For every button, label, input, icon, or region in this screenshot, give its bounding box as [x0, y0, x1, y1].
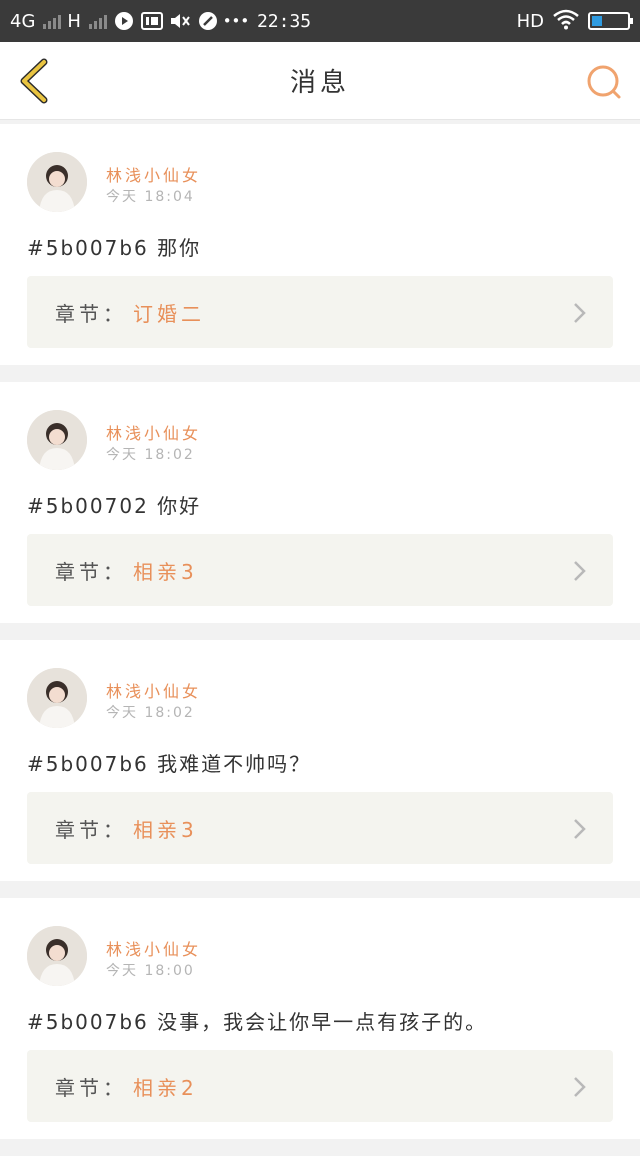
page-title: 消息 [289, 68, 350, 98]
chapter-name: 相亲3 [133, 559, 198, 584]
chapter-name: 订婚二 [133, 301, 205, 326]
message-card: 林浅小仙女 今天 18:02 #5b007b6 我难道不帅吗？ 章节： 相亲3 [0, 640, 640, 881]
message-text: #5b007b6 没事，我会让你早一点有孩子的。 [27, 1010, 488, 1034]
back-button[interactable] [16, 58, 52, 104]
chapter-label: 章节： [55, 817, 127, 842]
timestamp: 今天 18:02 [106, 447, 195, 463]
avatar[interactable] [27, 668, 87, 728]
mute-icon [169, 11, 191, 31]
chapter-name: 相亲2 [133, 1075, 198, 1100]
chevron-left-icon [20, 58, 48, 104]
status-bar: 4G H ••• 22:35 HD [0, 0, 640, 42]
chapter-label: 章节： [55, 559, 127, 584]
chapter-link[interactable]: 章节： 订婚二 [27, 276, 613, 348]
search-button[interactable] [584, 62, 624, 102]
play-icon [113, 11, 135, 31]
wifi-icon [552, 8, 580, 35]
clock: 22:35 [256, 10, 312, 32]
signal-icon [43, 13, 62, 29]
timestamp: 今天 18:04 [106, 189, 195, 205]
avatar[interactable] [27, 926, 87, 986]
username[interactable]: 林浅小仙女 [106, 162, 201, 186]
chevron-right-icon [574, 561, 586, 581]
chapter-link[interactable]: 章节： 相亲2 [27, 1050, 613, 1122]
timestamp: 今天 18:02 [106, 705, 195, 721]
message-card: 林浅小仙女 今天 18:00 #5b007b6 没事，我会让你早一点有孩子的。 … [0, 898, 640, 1139]
message-list: 林浅小仙女 今天 18:04 #5b007b6 那你 章节： 订婚二 林浅小仙女… [0, 124, 640, 1156]
chevron-right-icon [574, 303, 586, 323]
chevron-right-icon [574, 819, 586, 839]
network-4g-label: 4G [10, 10, 36, 32]
username[interactable]: 林浅小仙女 [106, 420, 201, 444]
message-card: 林浅小仙女 今天 18:04 #5b007b6 那你 章节： 订婚二 [0, 124, 640, 365]
iqiyi-icon [140, 11, 163, 31]
avatar[interactable] [27, 410, 87, 470]
username[interactable]: 林浅小仙女 [106, 678, 201, 702]
message-text: #5b007b6 我难道不帅吗？ [27, 752, 312, 776]
avatar[interactable] [27, 152, 87, 212]
message-text: #5b007b6 那你 [27, 236, 202, 260]
message-card: 林浅小仙女 今天 18:02 #5b00702 你好 章节： 相亲3 [0, 382, 640, 623]
timestamp: 今天 18:00 [106, 963, 195, 979]
chapter-link[interactable]: 章节： 相亲3 [27, 792, 613, 864]
nav-bar: 消息 [0, 42, 640, 120]
search-icon [587, 65, 621, 99]
signal-icon [88, 13, 107, 29]
chapter-name: 相亲3 [133, 817, 198, 842]
hd-label: HD [516, 10, 544, 32]
username[interactable]: 林浅小仙女 [106, 936, 201, 960]
paint-icon [197, 11, 219, 31]
message-text: #5b00702 你好 [27, 494, 202, 518]
battery-icon [588, 12, 633, 30]
more-icon: ••• [222, 12, 250, 30]
chapter-label: 章节： [55, 1075, 127, 1100]
network-h-label: H [67, 10, 81, 32]
chevron-right-icon [574, 1077, 586, 1097]
chapter-label: 章节： [55, 301, 127, 326]
chapter-link[interactable]: 章节： 相亲3 [27, 534, 613, 606]
